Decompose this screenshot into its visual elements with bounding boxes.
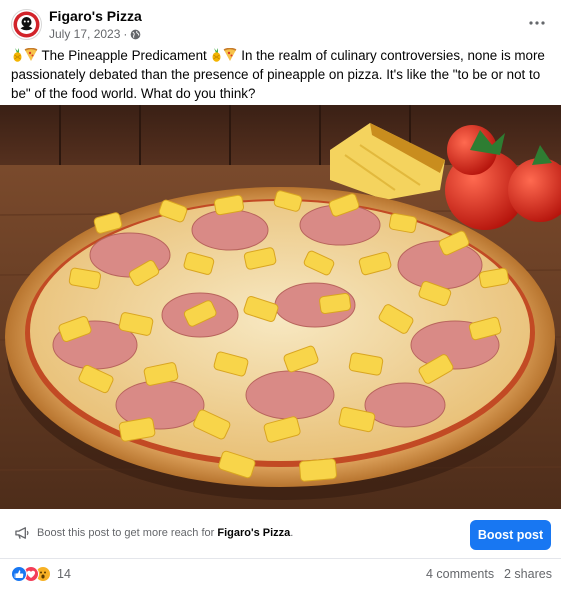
boost-page-name: Figaro's Pizza <box>217 527 291 539</box>
globe-icon[interactable] <box>130 29 141 40</box>
pizza-emoji-icon <box>224 48 237 61</box>
megaphone-icon <box>15 527 29 539</box>
more-options-button[interactable] <box>524 12 550 34</box>
pineapple-emoji-icon <box>13 48 22 62</box>
reactions-summary[interactable]: 14 <box>11 565 71 583</box>
divider <box>0 558 561 559</box>
pizza-emoji-icon <box>24 48 38 61</box>
post-header: Figaro's Pizza July 17, 2023 · <box>0 0 561 44</box>
post-meta: July 17, 2023 · <box>49 27 141 41</box>
post-image[interactable] <box>0 105 561 509</box>
more-options-icon <box>529 21 545 25</box>
figaros-logo-icon <box>13 11 40 38</box>
post-title: The Pineapple Predicament <box>41 48 207 63</box>
pineapple-emoji-icon <box>212 48 221 62</box>
meta-separator: · <box>123 27 128 41</box>
page-avatar[interactable] <box>11 9 42 40</box>
boost-post-button[interactable]: Boost post <box>470 520 551 550</box>
comments-count-link[interactable]: 4 comments <box>426 567 494 581</box>
facebook-post: Figaro's Pizza July 17, 2023 · The Pinea… <box>0 0 561 589</box>
reaction-count: 14 <box>57 567 71 581</box>
like-reaction-icon <box>11 566 27 582</box>
pineapple-pizza-photo <box>0 105 561 509</box>
shares-count-link[interactable]: 2 shares <box>504 567 552 581</box>
page-name-link[interactable]: Figaro's Pizza <box>49 8 142 24</box>
post-text: The Pineapple Predicament In the realm o… <box>11 46 551 103</box>
post-date[interactable]: July 17, 2023 <box>49 27 120 41</box>
boost-message-suffix: . <box>290 527 294 539</box>
boost-message: Boost this post to get more reach for Fi… <box>37 527 293 539</box>
boost-bar: Boost this post to get more reach for Fi… <box>0 509 561 557</box>
boost-message-prefix: Boost this post to get more reach for <box>37 527 215 539</box>
